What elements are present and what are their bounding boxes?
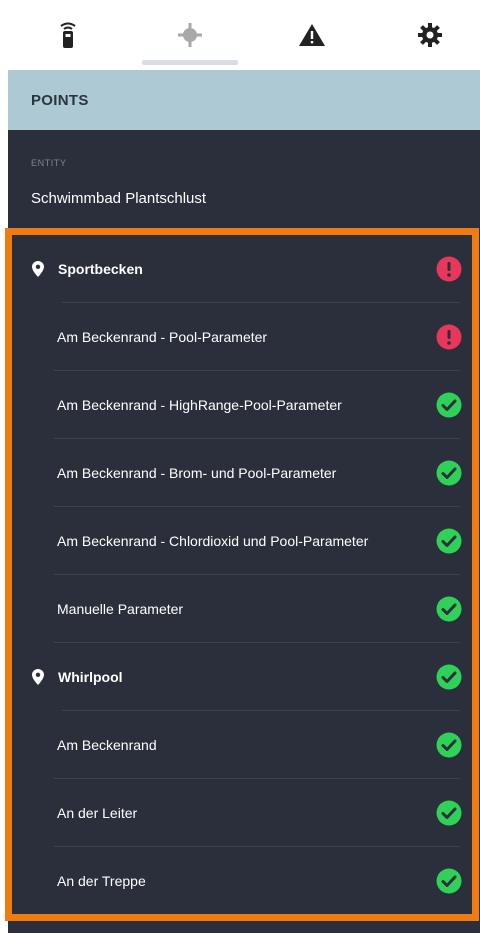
section-title: POINTS xyxy=(31,91,89,109)
entity-label: ENTITY xyxy=(31,158,67,168)
section-header: POINTS xyxy=(8,70,480,130)
crosshair-points-icon xyxy=(177,22,203,48)
top-tab-bar xyxy=(0,0,480,70)
warning-icon xyxy=(298,23,326,47)
entity-name: Schwimmbad Plantschlust xyxy=(31,190,207,207)
highlight-frame xyxy=(5,228,479,921)
active-tab-indicator xyxy=(142,60,238,65)
gear-icon xyxy=(417,22,443,48)
tab-device[interactable] xyxy=(18,0,118,70)
tab-settings[interactable] xyxy=(380,0,480,70)
remote-device-icon xyxy=(57,20,79,50)
tab-alerts[interactable] xyxy=(262,0,362,70)
